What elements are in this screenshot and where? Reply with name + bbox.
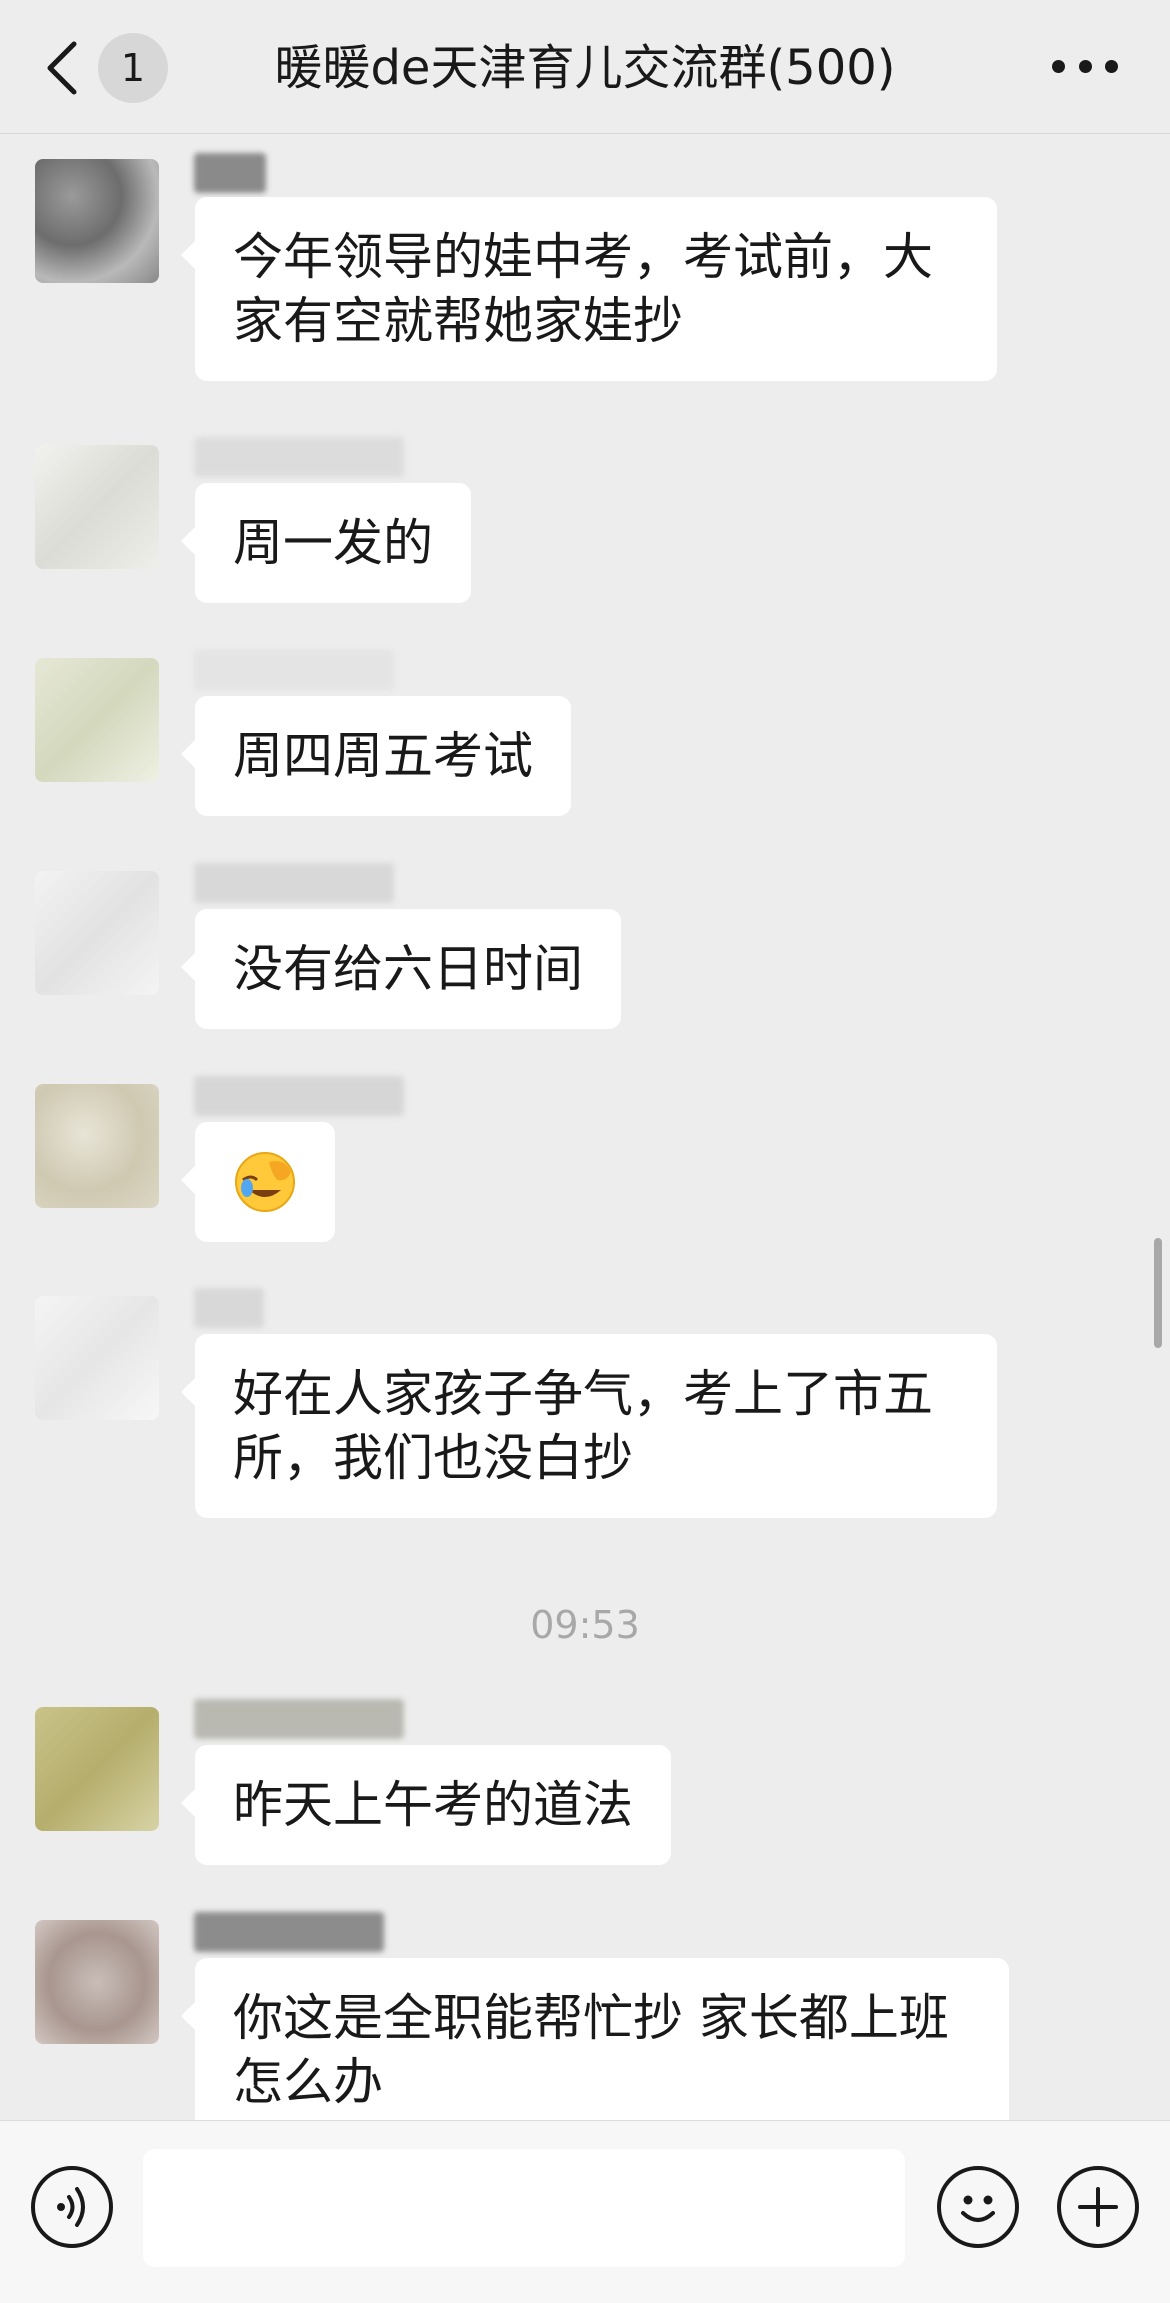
message-text: 没有给六日时间 xyxy=(233,940,583,998)
voice-button[interactable] xyxy=(31,2166,113,2248)
plus-icon xyxy=(1078,2187,1118,2227)
voice-icon xyxy=(57,2187,85,2227)
message-bubble[interactable] xyxy=(181,1122,335,1242)
message-text: 今年领导的娃中考，考试前，大家有空就帮她家娃抄 xyxy=(233,228,933,350)
sender-name-blurred xyxy=(194,1076,404,1116)
message-bubble[interactable]: 你这是全职能帮忙抄 家长都上班怎么办 xyxy=(181,1958,1009,2120)
sender-name-blurred xyxy=(194,437,404,477)
input-bar xyxy=(0,2120,1170,2303)
avatar[interactable] xyxy=(35,159,159,283)
more-button[interactable] xyxy=(1052,46,1118,86)
avatar[interactable] xyxy=(35,871,159,995)
message-bubble[interactable]: 没有给六日时间 xyxy=(181,909,621,1029)
chat-title: 暖暖de天津育儿交流群(500) xyxy=(274,40,896,96)
message-text: 昨天上午考的道法 xyxy=(233,1776,633,1834)
message-bubble[interactable]: 周四周五考试 xyxy=(181,696,571,816)
scrollbar-thumb[interactable] xyxy=(1154,1238,1162,1348)
message-bubble[interactable]: 好在人家孩子争气，考上了市五所，我们也没白抄 xyxy=(181,1334,997,1518)
sender-name-blurred xyxy=(194,863,394,903)
emoji-button[interactable] xyxy=(937,2166,1019,2248)
avatar[interactable] xyxy=(35,1707,159,1831)
avatar[interactable] xyxy=(35,1296,159,1420)
sender-name-blurred xyxy=(194,1912,384,1952)
more-dots-icon xyxy=(1052,59,1065,73)
sender-name-blurred xyxy=(194,650,394,690)
sender-name-blurred xyxy=(194,153,266,193)
message-text: 周一发的 xyxy=(233,514,433,572)
face-palm-laughing-emoji xyxy=(233,1150,297,1214)
message-bubble[interactable]: 昨天上午考的道法 xyxy=(181,1745,671,1865)
message-text: 你这是全职能帮忙抄 家长都上班怎么办 xyxy=(233,1989,949,2111)
avatar[interactable] xyxy=(35,658,159,782)
smiley-icon xyxy=(961,2195,995,2222)
message-text: 周四周五考试 xyxy=(233,727,533,785)
plus-button[interactable] xyxy=(1057,2166,1139,2248)
avatar[interactable] xyxy=(35,1920,159,2044)
message-text: 好在人家孩子争气，考上了市五所，我们也没白抄 xyxy=(233,1365,933,1487)
message-bubble[interactable]: 周一发的 xyxy=(181,483,471,603)
sender-name-blurred xyxy=(194,1699,404,1739)
chat-header: 1 暖暖de天津育儿交流群(500) xyxy=(0,0,1170,134)
avatar[interactable] xyxy=(35,445,159,569)
sender-name-blurred xyxy=(194,1288,264,1328)
message-timestamp: 09:53 xyxy=(530,1603,640,1647)
message-bubble[interactable]: 今年领导的娃中考，考试前，大家有空就帮她家娃抄 xyxy=(181,197,997,381)
message-list[interactable]: 今年领导的娃中考，考试前，大家有空就帮她家娃抄 周一发的 周四周五考试 没有给六… xyxy=(0,135,1170,2120)
avatar[interactable] xyxy=(35,1084,159,1208)
chevron-left-icon xyxy=(47,41,77,95)
unread-count-badge[interactable]: 1 xyxy=(98,33,168,103)
back-button[interactable] xyxy=(40,38,92,98)
message-input[interactable] xyxy=(143,2149,905,2267)
